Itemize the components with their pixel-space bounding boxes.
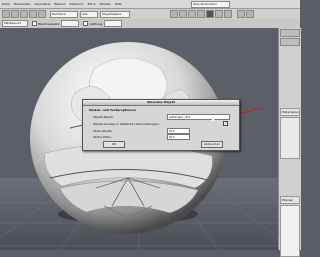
rotate-icon[interactable] [179, 10, 187, 18]
object-layer-field[interactable]: Objektebene [100, 10, 130, 18]
save-icon[interactable] [20, 10, 28, 18]
smoothing-value[interactable] [104, 20, 123, 27]
panel-button-2[interactable] [280, 38, 300, 46]
texture-height-input[interactable]: 512 [167, 134, 190, 140]
menu-file[interactable]: Datei [0, 0, 12, 8]
layers-panel-label[interactable]: Ebenen [280, 196, 300, 204]
mode-selector[interactable]: Standardmodus [191, 0, 230, 8]
dialog-title: Aktuelles Objekt [83, 100, 239, 106]
extrude-icon[interactable] [197, 10, 205, 18]
snap-icon[interactable] [246, 10, 254, 18]
cancel-button[interactable]: Abbrechen [201, 141, 223, 148]
menu-help[interactable]: Hilfe [113, 0, 124, 8]
smoothing-label: Glättung [89, 21, 103, 26]
menu-view[interactable]: Einblend. [68, 0, 86, 8]
menu-geometry[interactable]: Geometrie [33, 0, 53, 8]
soft-select-label: Weichauswahl [38, 21, 60, 26]
materials-list[interactable] [280, 117, 300, 159]
redo-icon[interactable] [38, 10, 46, 18]
scale-icon[interactable] [188, 10, 196, 18]
pivot-field[interactable]: Mittelpunkt [2, 20, 28, 27]
object-properties-dialog: Aktuelles Objekt Modell- und Texturoptio… [82, 99, 240, 151]
grid-icon[interactable] [237, 10, 245, 18]
undo-icon[interactable] [29, 10, 37, 18]
render-icon[interactable] [206, 10, 214, 18]
open-file-icon[interactable] [11, 10, 19, 18]
menu-extra[interactable]: Extra [86, 0, 98, 8]
menu-bar: Datei Bearbeiten Geometrie Ebenen Einble… [0, 0, 300, 9]
selection-mode-field[interactable]: Rechteck [50, 10, 78, 18]
smoothing-checkbox[interactable] [83, 21, 89, 26]
move-icon[interactable] [170, 10, 178, 18]
menu-window[interactable]: Fenster [98, 0, 113, 8]
weblink-checkbox[interactable]: ✓ [223, 121, 228, 126]
selection-scope-field[interactable]: Alle [80, 10, 98, 18]
ok-button[interactable]: OK [103, 141, 125, 148]
right-panel: Materialien Ebenen [278, 28, 301, 257]
object-name-input[interactable]: wallkugel_ob4 [167, 114, 230, 120]
panel-button-1[interactable] [280, 29, 300, 37]
layers-list[interactable] [280, 205, 300, 257]
materials-panel-label[interactable]: Materialien [280, 108, 300, 116]
object-name-label: Objekt-Name [93, 115, 113, 119]
weblink-checkbox-label: Wiederanzeige in Weblinks (Verknüpfungen… [93, 122, 160, 126]
texture-width-label: Textur-Breite [93, 129, 112, 133]
soft-select-checkbox[interactable] [32, 21, 37, 26]
dialog-heading: Modell- und Texturoptionen [89, 108, 136, 112]
menu-edit[interactable]: Bearbeiten [12, 0, 32, 8]
light-icon[interactable] [224, 10, 232, 18]
new-file-icon[interactable] [2, 10, 10, 18]
soft-select-value[interactable] [61, 20, 80, 27]
menu-layers[interactable]: Ebenen [52, 0, 67, 8]
texture-height-label: Textur-Höhe [93, 135, 111, 139]
camera-icon[interactable] [215, 10, 223, 18]
